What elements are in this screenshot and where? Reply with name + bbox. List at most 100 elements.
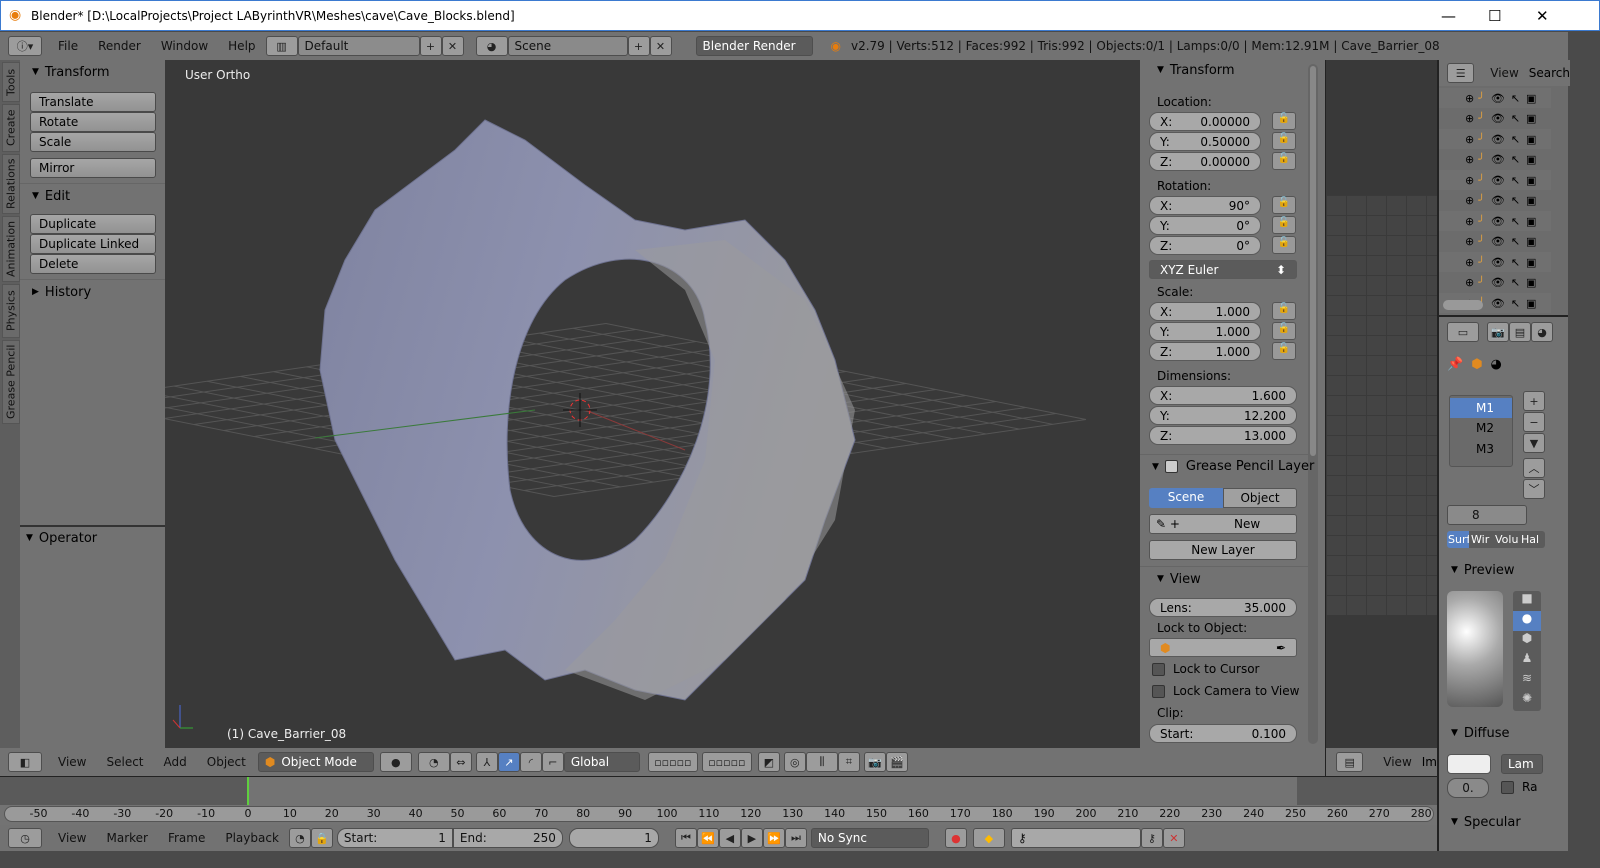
menu-window[interactable]: Window — [151, 39, 218, 53]
diffuse-shader-select[interactable]: Lam — [1501, 754, 1543, 774]
manipulator-toggle-icon[interactable]: ⅄ — [475, 752, 498, 772]
viewport-shading-icon[interactable]: ● — [379, 752, 412, 772]
keying-icon[interactable]: ◆ — [972, 828, 1005, 848]
render-camera-icon[interactable]: ▣ — [1526, 112, 1536, 125]
location-z-field[interactable]: Z: 0.00000 — [1149, 152, 1261, 171]
expand-icon[interactable]: ⊕ — [1465, 153, 1474, 166]
expand-icon[interactable]: ⊕ — [1465, 256, 1474, 269]
tab-surface[interactable]: Surf — [1447, 531, 1470, 548]
preview-panel-header[interactable]: Preview — [1439, 558, 1515, 582]
render-camera-icon[interactable]: ▣ — [1526, 235, 1536, 248]
lock-to-cursor-checkbox[interactable]: Lock to Cursor — [1152, 662, 1259, 676]
mirror-button[interactable]: Mirror — [30, 158, 156, 178]
rotation-z-field[interactable]: Z: 0° — [1149, 236, 1261, 255]
add-layout-icon[interactable]: + — [419, 36, 442, 56]
outliner-row[interactable]: ⊕ ╯ 👁 ↖ ▣ — [1439, 108, 1551, 129]
jump-keyframe-forward-icon[interactable]: ⏩ — [762, 828, 785, 848]
lock-icon[interactable]: 🔓 — [1272, 302, 1296, 320]
render-camera-icon[interactable]: ▣ — [1526, 133, 1536, 146]
expand-icon[interactable]: ⊕ — [1465, 174, 1474, 187]
diffuse-panel-header[interactable]: Diffuse — [1439, 721, 1510, 745]
preview-type-buttons[interactable]: ■ ● ⬢ ♟ ≋ ✺ — [1513, 591, 1541, 711]
render-layers-tab-icon[interactable]: ▤ — [1509, 322, 1531, 342]
outliner-row[interactable]: ⊕ ╯ 👁 ↖ ▣ — [1439, 211, 1551, 231]
menu-playback[interactable]: Playback — [215, 831, 289, 845]
cursor-select-icon[interactable]: ↖ — [1511, 235, 1520, 248]
expand-icon[interactable]: ⊕ — [1465, 276, 1474, 289]
snap-element-icon[interactable]: ⫼ — [805, 752, 838, 772]
dimensions-x-field[interactable]: X: 1.600 — [1149, 386, 1297, 405]
expand-icon[interactable]: ⊕ — [1465, 92, 1474, 105]
gp-enable-checkbox[interactable] — [1164, 460, 1178, 473]
minimize-button[interactable]: — — [1441, 7, 1456, 25]
eye-icon[interactable]: 👁 — [1491, 194, 1505, 207]
lens-field[interactable]: Lens: 35.000 — [1149, 598, 1297, 617]
render-camera-icon[interactable]: ▣ — [1526, 194, 1536, 207]
expand-icon[interactable]: ⊕ — [1465, 194, 1474, 207]
diffuse-intensity-field[interactable]: 0. — [1447, 778, 1489, 798]
grease-pencil-layer-header[interactable]: ▼ Grease Pencil Layer — [1152, 459, 1314, 474]
gp-object-button[interactable]: Object — [1223, 488, 1297, 508]
jump-start-icon[interactable]: ⏮ — [674, 828, 697, 848]
expand-icon[interactable]: ⊕ — [1465, 215, 1474, 228]
n-transform-header[interactable]: Transform — [1145, 58, 1235, 82]
secondary-view-menu[interactable]: View — [1373, 755, 1421, 769]
outliner-row[interactable]: ⊕ ╯ 👁 ↖ ▣ — [1439, 231, 1551, 252]
duplicate-button[interactable]: Duplicate — [30, 214, 156, 234]
lock-icon[interactable]: 🔓 — [1272, 196, 1296, 214]
lock-icon[interactable]: 🔓 — [1272, 132, 1296, 150]
sync-mode-select[interactable]: No Sync — [810, 828, 929, 848]
outliner-row[interactable]: ⊕ ╯ 👁 ↖ ▣ — [1439, 88, 1551, 108]
add-slot-icon[interactable]: + — [1523, 391, 1545, 411]
menu-view[interactable]: View — [48, 831, 96, 845]
menu-marker[interactable]: Marker — [96, 831, 157, 845]
move-down-icon[interactable]: ﹀ — [1523, 479, 1545, 499]
render-tab-icon[interactable]: 📷 — [1487, 322, 1509, 342]
outliner-row[interactable]: ⊕ ╯ 👁 ↖ ▣ — [1439, 149, 1551, 170]
cursor-select-icon[interactable]: ↖ — [1511, 92, 1520, 105]
gp-scene-button[interactable]: Scene — [1149, 488, 1223, 508]
editor-type-3d-icon[interactable]: ◧ — [8, 752, 42, 772]
location-y-field[interactable]: Y: 0.50000 — [1149, 132, 1261, 151]
render-camera-icon[interactable]: ▣ — [1526, 297, 1536, 310]
keying-set-field[interactable]: ⚷ — [1010, 828, 1141, 848]
image-editor-icon[interactable]: ▤ — [1336, 752, 1364, 772]
translate-manipulator-icon[interactable]: ↗ — [497, 752, 520, 772]
eye-icon[interactable]: 👁 — [1491, 256, 1505, 269]
end-frame-field[interactable]: End: 250 — [452, 828, 563, 848]
pivot-point-icon[interactable]: ◔ — [417, 752, 450, 772]
specular-panel-header[interactable]: Specular — [1439, 810, 1521, 834]
cursor-select-icon[interactable]: ↖ — [1511, 215, 1520, 228]
edit-panel-header[interactable]: Edit — [20, 184, 165, 208]
lock-icon[interactable]: 🔓 — [1272, 342, 1296, 360]
eye-icon[interactable]: 👁 — [1491, 112, 1505, 125]
slot-menu-icon[interactable]: ▼ — [1523, 433, 1545, 453]
expand-icon[interactable]: ⊕ — [1465, 133, 1474, 146]
rotation-y-field[interactable]: Y: 0° — [1149, 216, 1261, 235]
current-frame-indicator[interactable] — [247, 777, 249, 805]
new-layer-button[interactable]: New Layer — [1149, 540, 1297, 560]
close-button[interactable]: ✕ — [1536, 7, 1549, 25]
proportional-edit-icon[interactable]: ◎ — [783, 752, 806, 772]
secondary-image-menu[interactable]: Im — [1422, 755, 1437, 769]
outliner-row[interactable]: ⊕ ╯ 👁 ↖ ▣ — [1439, 190, 1551, 211]
manipulator-center-icon[interactable]: ⇔ — [449, 752, 472, 772]
move-up-icon[interactable]: ︿ — [1523, 458, 1545, 478]
scale-x-field[interactable]: X: 1.000 — [1149, 302, 1261, 321]
scene-icon[interactable]: ◕ — [475, 36, 508, 56]
render-camera-icon[interactable]: ▣ — [1526, 174, 1536, 187]
delete-keyframe-icon[interactable]: ✕ — [1162, 828, 1185, 848]
cursor-select-icon[interactable]: ↖ — [1511, 297, 1520, 310]
scene-tab-icon[interactable]: ◕ — [1531, 322, 1553, 342]
transform-panel-header[interactable]: Transform — [20, 60, 165, 84]
maximize-button[interactable]: ☐ — [1488, 7, 1501, 25]
record-icon[interactable]: ● — [944, 828, 967, 848]
lock-icon[interactable]: 🔓 — [1272, 236, 1296, 254]
cursor-select-icon[interactable]: ↖ — [1511, 153, 1520, 166]
snap-toggle-icon[interactable]: ⌗ — [837, 752, 860, 772]
eye-icon[interactable]: 👁 — [1491, 92, 1505, 105]
cursor-select-icon[interactable]: ↖ — [1511, 276, 1520, 289]
gp-new-button[interactable]: ✎ + New — [1149, 514, 1297, 534]
menu-object[interactable]: Object — [197, 755, 256, 769]
outliner-editor-icon[interactable]: ☰ — [1447, 63, 1475, 83]
